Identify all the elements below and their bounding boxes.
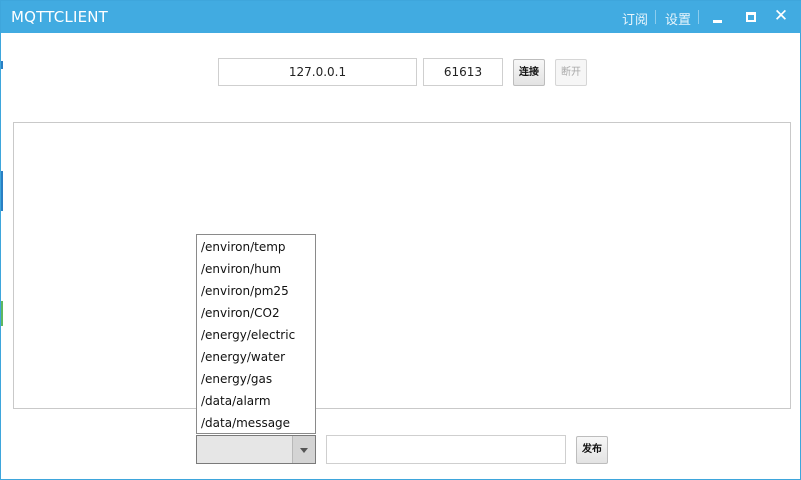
title-bar[interactable]: MQTTCLIENT 订阅 设置 ✕ [1, 1, 801, 33]
topic-option[interactable]: /energy/gas [197, 368, 315, 390]
edge-accent [1, 171, 3, 211]
minimize-icon[interactable] [703, 1, 733, 33]
topic-option[interactable]: /environ/CO2 [197, 302, 315, 324]
topic-option[interactable]: /data/alarm [197, 390, 315, 412]
connect-button[interactable]: 连接 [513, 59, 545, 86]
maximize-icon[interactable] [736, 1, 766, 33]
topic-option[interactable]: /energy/water [197, 346, 315, 368]
topic-option[interactable]: /environ/temp [197, 236, 315, 258]
edge-accent [1, 61, 3, 69]
edge-accent [1, 301, 3, 326]
topic-dropdown-list[interactable]: /environ/temp/environ/hum/environ/pm25/e… [196, 234, 316, 434]
menu-divider [698, 10, 699, 24]
menu-divider [655, 10, 656, 24]
port-input[interactable] [423, 58, 503, 86]
payload-input[interactable] [326, 435, 566, 464]
topic-option[interactable]: /energy/electric [197, 324, 315, 346]
subscribe-menu-link[interactable]: 订阅 [622, 9, 648, 28]
topic-option[interactable]: /environ/hum [197, 258, 315, 280]
message-log[interactable] [13, 122, 791, 409]
publish-button[interactable]: 发布 [576, 436, 608, 464]
mqtt-client-window: MQTTCLIENT 订阅 设置 ✕ 连接 断开 /environ/temp/e… [0, 0, 801, 480]
topic-option[interactable]: /environ/pm25 [197, 280, 315, 302]
disconnect-button[interactable]: 断开 [555, 59, 587, 86]
close-icon[interactable]: ✕ [766, 1, 796, 33]
window-title: MQTTCLIENT [11, 8, 109, 26]
topic-option[interactable]: /data/message [197, 412, 315, 434]
host-input[interactable] [218, 58, 417, 86]
chevron-down-icon[interactable] [292, 436, 315, 463]
topic-select[interactable] [196, 435, 316, 464]
settings-menu-link[interactable]: 设置 [665, 9, 691, 28]
